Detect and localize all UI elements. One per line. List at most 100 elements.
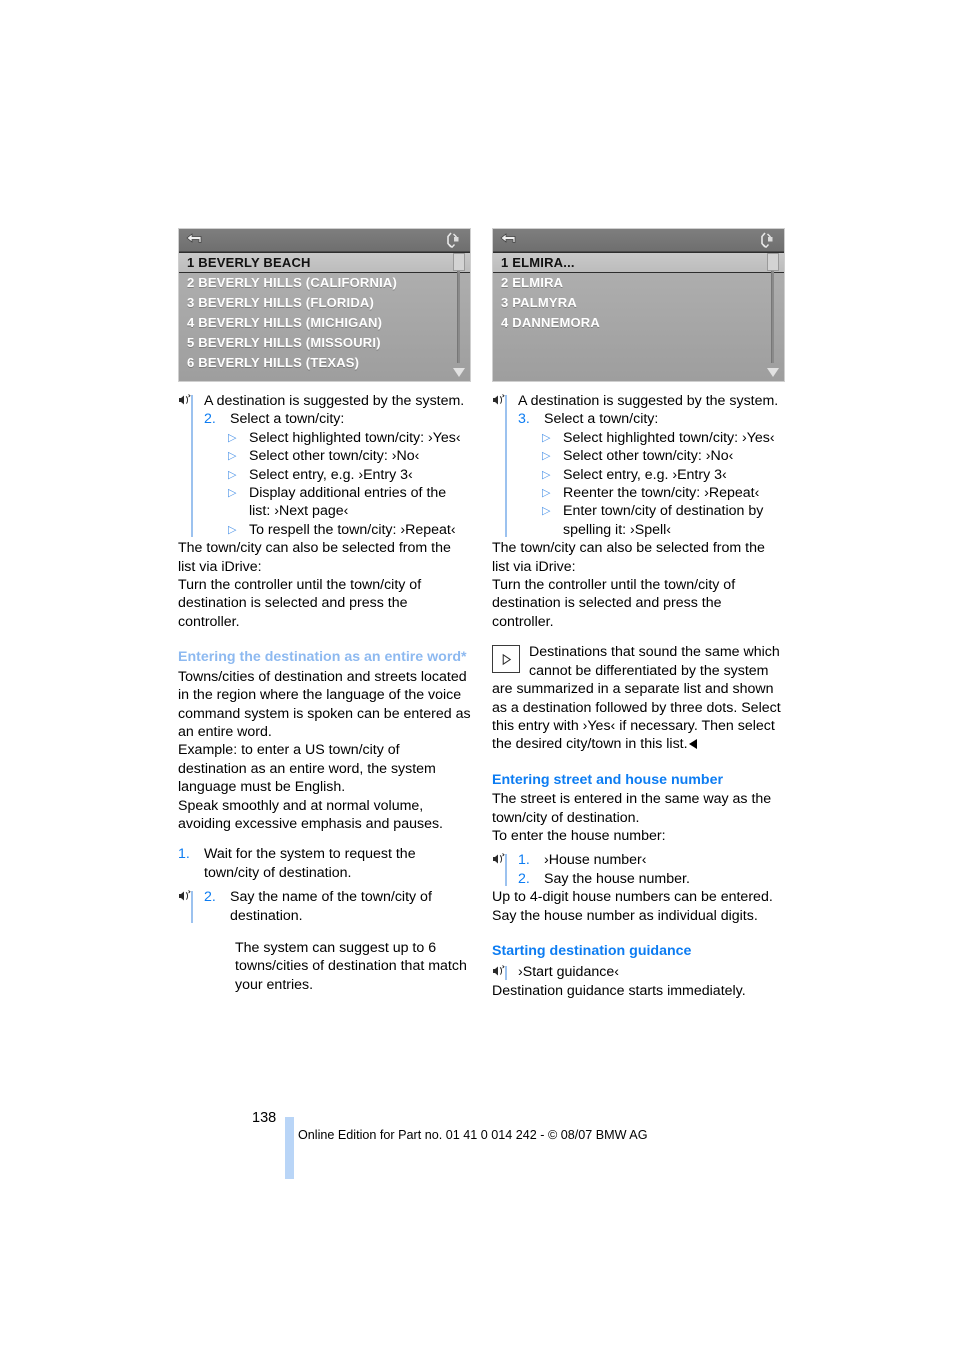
numbered-step: 2. Say the house number.	[518, 870, 785, 888]
sub-step: ▷ Reenter the town/city: ›Repeat‹	[542, 484, 785, 502]
manual-page: Destination entry 1 BEVERLY BEACH 2 BEVE…	[0, 0, 954, 1350]
voice-command-icon	[493, 853, 505, 864]
voice-intro-text: A destination is suggested by the system…	[518, 393, 779, 409]
nav-screenshot-beverly: 1 BEVERLY BEACH 2 BEVERLY HILLS (CALIFOR…	[178, 228, 471, 382]
nav-scrollbar[interactable]	[453, 253, 465, 377]
step-number: 3.	[518, 411, 530, 428]
step-text: ›House number‹	[544, 852, 647, 869]
numbered-step: 3. Select a town/city:	[518, 410, 785, 428]
nav-header	[179, 229, 470, 252]
sub-step-text: Select other town/city: ›No‹	[249, 448, 420, 465]
triangle-bullet-icon: ▷	[228, 450, 237, 463]
sub-step: ▷ Display additional entries of the list…	[228, 484, 471, 521]
numbered-step: 1. ›House number‹	[518, 851, 785, 869]
triangle-bullet-icon: ▷	[542, 431, 551, 444]
voice-block-rule	[505, 395, 507, 538]
back-arrow-icon[interactable]	[500, 233, 516, 246]
sub-step-text: Reenter the town/city: ›Repeat‹	[563, 485, 760, 502]
scrollbar-thumb[interactable]	[767, 253, 779, 271]
footer-text: Online Edition for Part no. 01 41 0 014 …	[298, 1128, 648, 1142]
voice-block-rule	[191, 395, 193, 538]
page-number: 138	[252, 1110, 277, 1126]
step-number: 1.	[178, 846, 190, 863]
nav-list-item[interactable]: 5 BEVERLY HILLS (MISSOURI)	[179, 333, 470, 353]
triangle-note-icon	[492, 645, 520, 674]
step-text: Select a town/city:	[230, 411, 345, 428]
voice-step-block-left-2: 2. Say the name of the town/city of dest…	[178, 888, 471, 925]
para-house-digits: Up to 4-digit house numbers can be enter…	[492, 889, 773, 924]
sub-step-text: Select entry, e.g. ›Entry 3‹	[249, 466, 413, 483]
sub-step: ▷ Select entry, e.g. ›Entry 3‹	[228, 466, 471, 484]
step-text: Say the house number.	[544, 870, 690, 887]
para-entire-word: Towns/cities of destination and streets …	[178, 668, 471, 740]
numbered-step: 1. Wait for the system to request the to…	[178, 845, 471, 882]
triangle-bullet-icon: ▷	[542, 487, 551, 500]
nav-list-item[interactable]: 2 BEVERLY HILLS (CALIFORNIA)	[179, 273, 470, 293]
idrive-note-line1: The town/city can also be selected from …	[492, 540, 765, 575]
sub-step: ▷ Select highlighted town/city: ›Yes‹	[228, 429, 471, 447]
para-speak: Speak smoothly and at normal volume, avo…	[178, 797, 443, 832]
sub-step-text: Select entry, e.g. ›Entry 3‹	[563, 466, 727, 483]
numbered-step: 2. Say the name of the town/city of dest…	[204, 888, 471, 925]
nav-list-item[interactable]: 6 BEVERLY HILLS (TEXAS)	[179, 353, 470, 373]
voice-step-block-left: A destination is suggested by the system…	[178, 392, 471, 539]
voice-command-icon	[179, 890, 191, 901]
left-column: 1 BEVERLY BEACH 2 BEVERLY HILLS (CALIFOR…	[178, 228, 471, 994]
para-street: The street is entered in the same way as…	[492, 791, 772, 826]
heading-entire-word: Entering the destination as an entire wo…	[178, 649, 467, 666]
nav-scrollbar[interactable]	[767, 253, 779, 377]
triangle-bullet-icon: ▷	[228, 487, 237, 500]
para-suggest: The system can suggest up to 6 towns/cit…	[235, 939, 467, 993]
nav-list[interactable]: 1 BEVERLY BEACH 2 BEVERLY HILLS (CALIFOR…	[179, 251, 470, 381]
guidance-command-text: ›Start guidance‹	[518, 964, 619, 981]
back-arrow-icon[interactable]	[186, 233, 202, 246]
step-number: 2.	[204, 411, 216, 428]
scrollbar-thumb[interactable]	[453, 253, 465, 271]
nav-list-item[interactable]: 1 ELMIRA...	[493, 252, 784, 273]
voice-command-icon	[493, 965, 505, 976]
sub-step: ▷ Select other town/city: ›No‹	[228, 447, 471, 465]
voice-command-icon	[493, 394, 505, 405]
step-text: Say the name of the town/city of destina…	[230, 889, 432, 924]
triangle-bullet-icon: ▷	[542, 450, 551, 463]
nav-list-item[interactable]: 3 BEVERLY HILLS (FLORIDA)	[179, 293, 470, 313]
voice-command-icon	[179, 394, 191, 405]
scroll-down-arrow-icon[interactable]	[453, 368, 465, 377]
para-example: Example: to enter a US town/city of dest…	[178, 742, 436, 796]
heading-street-house: Entering street and house number	[492, 771, 723, 788]
triangle-bullet-icon: ▷	[228, 523, 237, 536]
voice-step-block-house: 1. ›House number‹ 2. Say the house numbe…	[492, 851, 785, 888]
sub-step: ▷ Select other town/city: ›No‹	[542, 447, 785, 465]
note-callout: Destinations that sound the same which c…	[492, 643, 785, 753]
nav-list-item[interactable]: 4 DANNEMORA	[493, 313, 784, 333]
note-end-marker-icon	[688, 739, 697, 750]
step-number: 1.	[518, 852, 530, 869]
nav-list-item[interactable]: 4 BEVERLY HILLS (MICHIGAN)	[179, 313, 470, 333]
sub-step: ▷ Select entry, e.g. ›Entry 3‹	[542, 466, 785, 484]
voice-step-block-guidance: ›Start guidance‹	[492, 963, 785, 981]
step-number: 2.	[518, 870, 530, 887]
voice-intro-text: A destination is suggested by the system…	[204, 393, 465, 409]
scroll-control-icon[interactable]	[758, 232, 774, 248]
nav-list-item[interactable]: 3 PALMYRA	[493, 293, 784, 313]
footer-accent-rule	[285, 1117, 294, 1179]
para-house-intro: To enter the house number:	[492, 827, 666, 844]
numbered-step: 2. Select a town/city:	[204, 410, 471, 428]
sub-step: ▷ To respell the town/city: ›Repeat‹	[228, 521, 471, 539]
nav-list[interactable]: 1 ELMIRA... 2 ELMIRA 3 PALMYRA 4 DANNEMO…	[493, 251, 784, 381]
sub-step: ▷ Enter town/city of destination by spel…	[542, 502, 785, 539]
scroll-control-icon[interactable]	[444, 232, 460, 248]
sub-step-text: Select other town/city: ›No‹	[563, 448, 734, 465]
sub-step: ▷ Select highlighted town/city: ›Yes‹	[542, 429, 785, 447]
nav-list-item[interactable]: 2 ELMIRA	[493, 273, 784, 293]
sub-step-text: Display additional entries of the list: …	[249, 485, 447, 520]
sub-step-text: Enter town/city of destination by spelli…	[563, 503, 764, 538]
sub-step-text: Select highlighted town/city: ›Yes‹	[563, 429, 775, 446]
triangle-bullet-icon: ▷	[228, 468, 237, 481]
scroll-down-arrow-icon[interactable]	[767, 368, 779, 377]
nav-screenshot-elmira: 1 ELMIRA... 2 ELMIRA 3 PALMYRA 4 DANNEMO…	[492, 228, 785, 382]
note-text: Destinations that sound the same which c…	[492, 644, 781, 753]
nav-list-item[interactable]: 1 BEVERLY BEACH	[179, 252, 470, 273]
sub-step-text: To respell the town/city: ›Repeat‹	[249, 521, 456, 538]
step-text: Wait for the system to request the town/…	[204, 846, 416, 881]
